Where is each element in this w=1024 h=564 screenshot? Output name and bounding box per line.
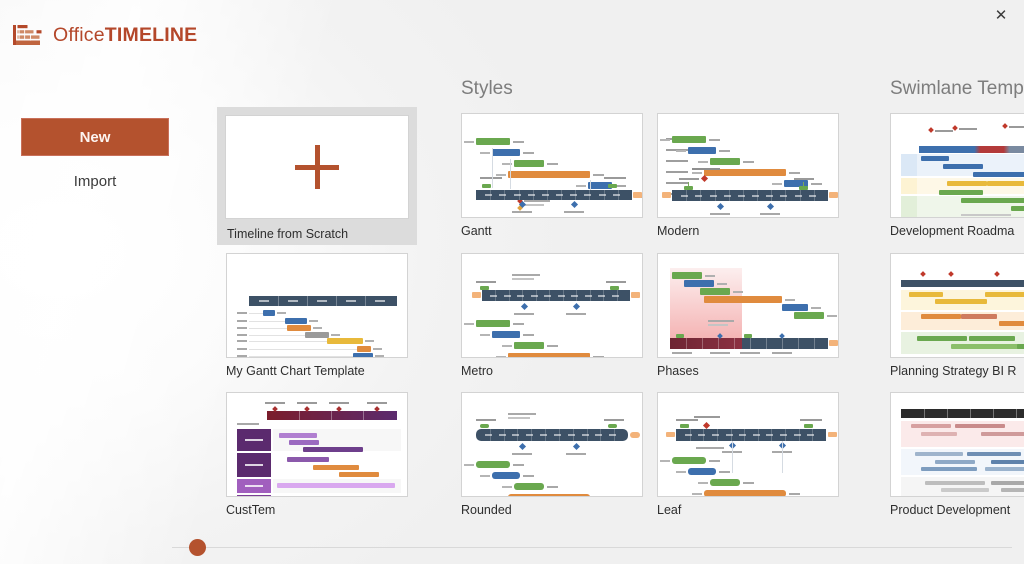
- mini-swimlane-development-roadmap: [891, 114, 1024, 217]
- thumbnail-phases: [657, 253, 839, 358]
- mini-timeline-metro: [462, 254, 642, 357]
- tile-caption: Leaf: [657, 497, 839, 517]
- tile-caption: Modern: [657, 218, 839, 238]
- styles-section-title: Styles: [461, 78, 513, 100]
- thumbnail-planning-strategy-bi: [890, 253, 1024, 358]
- thumbnail-leaf: [657, 392, 839, 497]
- thumbnail-custtem: [226, 392, 408, 497]
- new-button[interactable]: New: [21, 118, 169, 156]
- mini-timeline-custtem: [227, 393, 407, 496]
- mini-timeline-leaf: [658, 393, 838, 496]
- tile-modern[interactable]: Modern: [657, 113, 839, 238]
- tile-leaf[interactable]: Leaf: [657, 392, 839, 517]
- mini-swimlane-product-development: [891, 393, 1024, 496]
- tile-caption: Gantt: [461, 218, 643, 238]
- tile-caption: Planning Strategy BI R: [890, 358, 1024, 378]
- tile-caption: Metro: [461, 358, 643, 378]
- office-timeline-new-dialog: OfficeTIMELINE ✕ New Import Styles Swiml…: [0, 0, 1024, 564]
- thumbnail-modern: [657, 113, 839, 218]
- tile-caption: Rounded: [461, 497, 643, 517]
- tile-development-roadmap[interactable]: Development Roadma: [890, 113, 1024, 238]
- tile-custtem[interactable]: CustTem: [226, 392, 408, 517]
- dialog-header: OfficeTIMELINE ✕: [0, 0, 1024, 68]
- import-button[interactable]: Import: [21, 168, 169, 194]
- app-logo: OfficeTIMELINE: [12, 22, 197, 48]
- thumbnail-timeline-from-scratch: [225, 115, 409, 219]
- tile-phases[interactable]: Phases: [657, 253, 839, 378]
- thumbnail-metro: [461, 253, 643, 358]
- logo-text-office: Office: [53, 24, 105, 46]
- tile-rounded[interactable]: Rounded: [461, 392, 643, 517]
- tile-caption: Phases: [657, 358, 839, 378]
- tile-planning-strategy-bi[interactable]: Planning Strategy BI R: [890, 253, 1024, 378]
- mini-timeline-phases: [658, 254, 838, 357]
- thumbnail-gantt: [461, 113, 643, 218]
- mini-swimlane-planning-strategy: [891, 254, 1024, 357]
- tile-metro[interactable]: Metro: [461, 253, 643, 378]
- close-icon[interactable]: ✕: [986, 2, 1016, 28]
- thumbnail-my-gantt-chart-template: [226, 253, 408, 358]
- tile-timeline-from-scratch[interactable]: Timeline from Scratch: [217, 107, 417, 245]
- tile-gantt[interactable]: Gantt: [461, 113, 643, 238]
- thumbnail-development-roadmap: [890, 113, 1024, 218]
- thumbnail-rounded: [461, 392, 643, 497]
- tile-caption: CustTem: [226, 497, 408, 517]
- mini-timeline-modern: [658, 114, 838, 217]
- tile-caption: Timeline from Scratch: [225, 219, 409, 241]
- logo-text-timeline: TIMELINE: [105, 24, 198, 46]
- mini-timeline-my-gantt: [227, 254, 407, 357]
- tile-caption: Development Roadma: [890, 218, 1024, 238]
- swimlane-section-title: Swimlane Templ: [890, 78, 1024, 100]
- tile-caption: My Gantt Chart Template: [226, 358, 408, 378]
- mini-timeline-rounded: [462, 393, 642, 496]
- gallery-scroll-handle[interactable]: [189, 539, 206, 556]
- mini-timeline-gantt: [462, 114, 642, 217]
- tile-my-gantt-chart-template[interactable]: My Gantt Chart Template: [226, 253, 408, 378]
- tile-product-development[interactable]: Product Development: [890, 392, 1024, 517]
- gallery-scroll-track[interactable]: [172, 547, 1012, 548]
- tile-caption: Product Development: [890, 497, 1024, 517]
- thumbnail-product-development: [890, 392, 1024, 497]
- office-timeline-logo-icon: [12, 22, 44, 48]
- app-logo-text: OfficeTIMELINE: [53, 24, 197, 47]
